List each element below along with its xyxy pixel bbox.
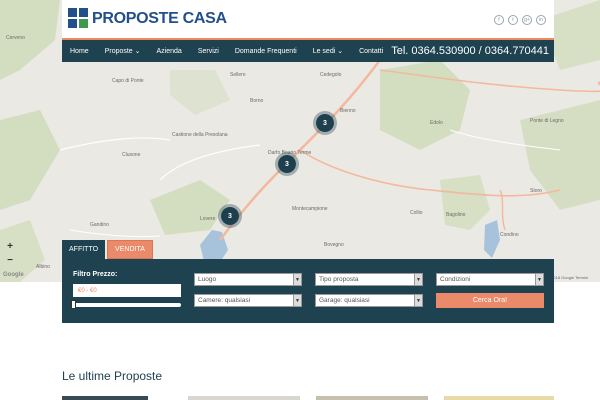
nav-le-sedi[interactable]: Le sedi ⌄ <box>305 47 351 55</box>
google-plus-icon[interactable]: g+ <box>522 15 532 25</box>
map-attribution[interactable]: ©2018 Google Termini <box>548 275 588 280</box>
property-thumbnail[interactable] <box>444 396 554 400</box>
camere-select[interactable]: Camere: qualsiasi ▼ <box>194 294 302 307</box>
nav-proposte[interactable]: Proposte ⌄ <box>97 47 149 55</box>
social-links: f t g+ in <box>494 15 546 25</box>
luogo-select[interactable]: Luogo ▼ <box>194 273 302 286</box>
map-place-label: Condino <box>500 232 519 238</box>
tab-vendita[interactable]: VENDITA <box>107 240 153 259</box>
search-panel: Filtro Prezzo: €0 - €0 Luogo ▼ Tipo prop… <box>62 259 554 323</box>
map-place-label: Storo <box>530 188 542 194</box>
condizioni-select-value: Condizioni <box>440 276 471 283</box>
nav-home[interactable]: Home <box>62 48 97 55</box>
chevron-down-icon: ▼ <box>535 274 543 285</box>
map-cluster-marker[interactable]: 3 <box>313 111 337 135</box>
map-place-label: Bienno <box>340 108 356 114</box>
price-filter-label: Filtro Prezzo: <box>73 271 118 278</box>
nav-azienda[interactable]: Azienda <box>149 48 190 55</box>
main-nav: Home Proposte ⌄ Azienda Servizi Domande … <box>62 38 554 62</box>
tab-affitto[interactable]: AFFITTO <box>62 240 106 259</box>
logo-icon[interactable] <box>68 8 88 30</box>
map-place-label: Clusone <box>122 152 141 158</box>
linkedin-icon[interactable]: in <box>536 15 546 25</box>
map-place-label: Bagolino <box>446 212 466 218</box>
search-tabs: AFFITTO VENDITA <box>62 240 153 259</box>
tipo-proposta-select[interactable]: Tipo proposta ▼ <box>315 273 423 286</box>
map-place-label: Montecampione <box>292 206 328 212</box>
map-place-label: Cerveno <box>6 35 25 41</box>
camere-select-value: Camere: qualsiasi <box>198 297 251 304</box>
property-thumbnail[interactable] <box>188 396 300 400</box>
map-place-label: Collio <box>410 210 423 216</box>
chevron-down-icon: ▼ <box>414 274 422 285</box>
property-thumbnail[interactable] <box>316 396 428 400</box>
map-place-label: Ponte di Legno <box>530 118 564 124</box>
header: PROPOSTE CASA f t g+ in <box>62 0 554 38</box>
chevron-down-icon: ▼ <box>293 295 301 306</box>
facebook-icon[interactable]: f <box>494 15 504 25</box>
price-range-value: €0 - €0 <box>73 284 181 297</box>
garage-select[interactable]: Garage: qualsiasi ▼ <box>315 294 423 307</box>
twitter-icon[interactable]: t <box>508 15 518 25</box>
nav-domande-frequenti[interactable]: Domande Frequenti <box>227 48 305 55</box>
map-place-label: Borno <box>250 98 264 104</box>
map-place-label: Capo di Ponte <box>112 78 144 84</box>
section-title: Le ultime Proposte <box>62 369 163 383</box>
chevron-down-icon: ▼ <box>293 274 301 285</box>
search-button[interactable]: Cerca Ora! <box>436 293 544 308</box>
price-slider-handle[interactable] <box>71 300 76 309</box>
map-place-label: Cedegolo <box>320 72 342 78</box>
zoom-out-button[interactable]: − <box>4 254 16 266</box>
map-cluster-marker[interactable]: 3 <box>275 152 299 176</box>
map-place-label: Edolo <box>430 120 443 126</box>
map-place-label: Albino <box>36 264 50 270</box>
map-place-label: Bovegno <box>324 242 344 248</box>
nav-servizi[interactable]: Servizi <box>190 48 227 55</box>
zoom-in-button[interactable]: + <box>4 240 16 252</box>
property-thumbnail[interactable] <box>62 396 148 400</box>
luogo-select-value: Luogo <box>198 276 217 283</box>
map-place-label: Gandino <box>90 222 109 228</box>
logo-text[interactable]: PROPOSTE CASA <box>92 10 227 28</box>
google-logo: Google <box>3 272 24 278</box>
map-cluster-marker[interactable]: 3 <box>218 204 242 228</box>
chevron-down-icon: ▼ <box>414 295 422 306</box>
map-place-label: Castione della Presolana <box>172 132 228 138</box>
nav-contatti[interactable]: Contatti <box>351 48 391 55</box>
price-slider-track[interactable] <box>73 303 181 307</box>
garage-select-value: Garage: qualsiasi <box>319 297 370 304</box>
map-place-label: Sellero <box>230 72 246 78</box>
tipo-proposta-select-value: Tipo proposta <box>319 276 359 283</box>
condizioni-select[interactable]: Condizioni ▼ <box>436 273 544 286</box>
map-place-label: Lovere <box>200 216 216 222</box>
phone-number: Tel. 0364.530900 / 0364.770441 <box>391 45 550 57</box>
